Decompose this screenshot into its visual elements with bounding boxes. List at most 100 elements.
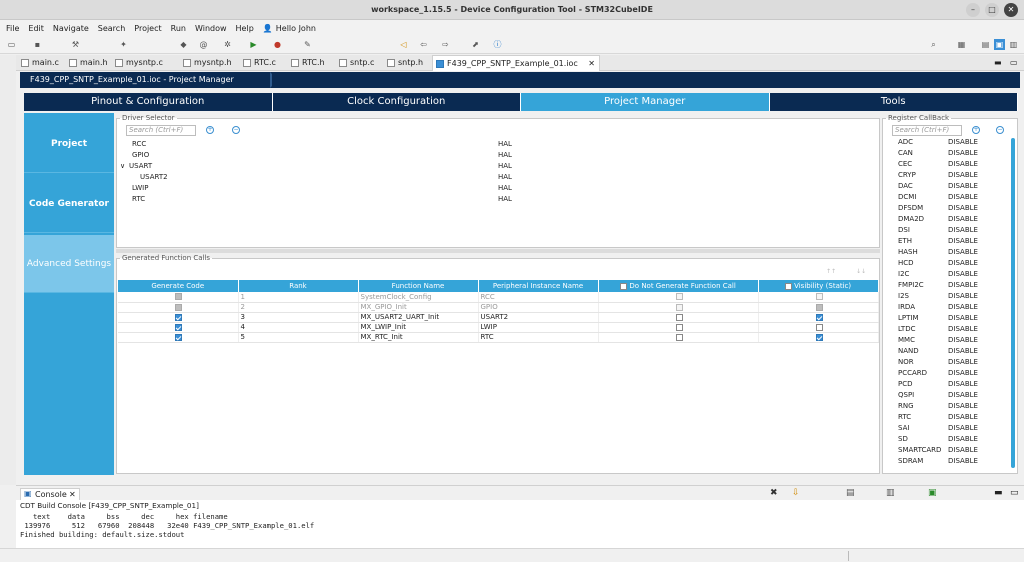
minimize-view-icon[interactable]: ▬ bbox=[994, 488, 1003, 498]
callback-value[interactable]: DISABLE bbox=[948, 435, 978, 443]
menu-search[interactable]: Search bbox=[98, 24, 125, 33]
tab-sntp-h[interactable]: sntp.h bbox=[384, 55, 423, 71]
cpp-perspective-icon[interactable]: ▤ bbox=[980, 39, 991, 50]
at-icon[interactable]: @ bbox=[198, 39, 209, 50]
menu-edit[interactable]: Edit bbox=[28, 24, 44, 33]
menu-file[interactable]: File bbox=[6, 24, 19, 33]
user-label[interactable]: Hello John bbox=[276, 24, 316, 33]
chevron-down-icon[interactable]: ∨ bbox=[120, 162, 125, 170]
minimize-view-icon[interactable]: ▬ bbox=[994, 58, 1002, 67]
maximize-view-icon[interactable]: ▭ bbox=[1010, 58, 1018, 67]
tab-clock-configuration[interactable]: Clock Configuration bbox=[272, 93, 521, 111]
tab-ioc-file[interactable]: F439_CPP_SNTP_Example_01.ioc ✕ bbox=[432, 55, 600, 71]
callback-value[interactable]: DISABLE bbox=[948, 149, 978, 157]
tab-project-manager[interactable]: Project Manager bbox=[521, 93, 770, 111]
callback-value[interactable]: DISABLE bbox=[948, 336, 978, 344]
generate-code-checkbox[interactable] bbox=[175, 313, 183, 321]
driver-value[interactable]: HAL bbox=[498, 195, 512, 203]
menu-window[interactable]: Window bbox=[195, 24, 227, 33]
driver-value[interactable]: HAL bbox=[498, 140, 512, 148]
callback-value[interactable]: DISABLE bbox=[948, 325, 978, 333]
maximize-icon[interactable]: □ bbox=[985, 3, 999, 17]
callback-value[interactable]: DISABLE bbox=[948, 424, 978, 432]
do-not-generate-checkbox[interactable] bbox=[675, 323, 683, 331]
panel-splitter[interactable] bbox=[116, 249, 880, 253]
prev-edit-icon[interactable]: ◁ bbox=[398, 39, 409, 50]
col-peripheral-instance[interactable]: Peripheral Instance Name bbox=[478, 280, 599, 292]
generate-code-checkbox[interactable] bbox=[175, 333, 183, 341]
driver-value[interactable]: HAL bbox=[498, 162, 512, 170]
visibility-checkbox[interactable] bbox=[815, 323, 823, 331]
callback-value[interactable]: DISABLE bbox=[948, 380, 978, 388]
info-icon[interactable]: ⓘ bbox=[492, 39, 503, 50]
col-function-name[interactable]: Function Name bbox=[358, 280, 479, 292]
back-icon[interactable]: ⇦ bbox=[418, 39, 429, 50]
callback-value[interactable]: DISABLE bbox=[948, 182, 978, 190]
close-icon[interactable]: ✕ bbox=[1004, 3, 1018, 17]
vertical-scrollbar[interactable] bbox=[1011, 138, 1015, 468]
collapse-all-icon[interactable]: − bbox=[996, 126, 1004, 134]
tab-pinout-configuration[interactable]: Pinout & Configuration bbox=[24, 93, 273, 111]
generate-code-checkbox[interactable] bbox=[175, 323, 183, 331]
menu-run[interactable]: Run bbox=[171, 24, 186, 33]
table-row[interactable]: 2 MX_GPIO_Init GPIO bbox=[118, 302, 879, 313]
tab-console[interactable]: ▣ Console ✕ bbox=[20, 488, 80, 500]
table-row[interactable]: 1 SystemClock_Config RCC bbox=[118, 292, 879, 303]
callback-value[interactable]: DISABLE bbox=[948, 391, 978, 399]
tab-tools[interactable]: Tools bbox=[769, 93, 1018, 111]
word-wrap-icon[interactable]: ▤ bbox=[846, 488, 855, 498]
callback-value[interactable]: DISABLE bbox=[948, 237, 978, 245]
callback-value[interactable]: DISABLE bbox=[948, 314, 978, 322]
device-icon[interactable]: ◆ bbox=[178, 39, 189, 50]
external-icon[interactable]: ⬈ bbox=[470, 39, 481, 50]
callback-value[interactable]: DISABLE bbox=[948, 358, 978, 366]
forward-icon[interactable]: ⇨ bbox=[440, 39, 451, 50]
menu-help[interactable]: Help bbox=[236, 24, 254, 33]
callback-value[interactable]: DISABLE bbox=[948, 281, 978, 289]
callback-value[interactable]: DISABLE bbox=[948, 204, 978, 212]
maximize-view-icon[interactable]: ▭ bbox=[1010, 488, 1019, 498]
callback-value[interactable]: DISABLE bbox=[948, 402, 978, 410]
callback-value[interactable]: DISABLE bbox=[948, 171, 978, 179]
move-down-icon[interactable]: ↓↓ bbox=[856, 268, 866, 275]
callback-value[interactable]: DISABLE bbox=[948, 160, 978, 168]
callback-value[interactable]: DISABLE bbox=[948, 259, 978, 267]
close-tab-icon[interactable]: ✕ bbox=[588, 56, 595, 72]
tab-mysntp-h[interactable]: mysntp.h bbox=[180, 55, 232, 71]
menu-project[interactable]: Project bbox=[134, 24, 161, 33]
tab-rtc-h[interactable]: RTC.h bbox=[288, 55, 325, 71]
header-checkbox[interactable] bbox=[620, 282, 628, 290]
callback-value[interactable]: DISABLE bbox=[948, 303, 978, 311]
side-project[interactable]: Project bbox=[24, 115, 114, 173]
callback-value[interactable]: DISABLE bbox=[948, 292, 978, 300]
callback-value[interactable]: DISABLE bbox=[948, 248, 978, 256]
tab-main-h[interactable]: main.h bbox=[66, 55, 108, 71]
driver-search-input[interactable]: Search (Ctrl+F) bbox=[126, 125, 196, 136]
callback-search-input[interactable]: Search (Ctrl+F) bbox=[892, 125, 962, 136]
callback-value[interactable]: DISABLE bbox=[948, 215, 978, 223]
do-not-generate-checkbox[interactable] bbox=[675, 333, 683, 341]
callback-value[interactable]: DISABLE bbox=[948, 270, 978, 278]
table-row[interactable]: 5 MX_RTC_Init RTC bbox=[118, 332, 879, 343]
expand-all-icon[interactable]: + bbox=[206, 126, 214, 134]
pencil-icon[interactable]: ✎ bbox=[302, 39, 313, 50]
driver-value[interactable]: HAL bbox=[498, 184, 512, 192]
build-icon[interactable]: ⚒ bbox=[70, 39, 81, 50]
scroll-lock-icon[interactable]: ⇩ bbox=[792, 488, 800, 498]
side-advanced-settings[interactable]: Advanced Settings bbox=[24, 235, 114, 293]
col-rank[interactable]: Rank bbox=[238, 280, 359, 292]
col-generate-code[interactable]: Generate Code bbox=[118, 280, 239, 292]
save-icon[interactable]: ▪ bbox=[32, 39, 43, 50]
table-row[interactable]: 3 MX_USART2_UART_Init USART2 bbox=[118, 312, 879, 323]
tab-mysntp-c[interactable]: mysntp.c bbox=[112, 55, 163, 71]
col-do-not-generate[interactable]: Do Not Generate Function Call bbox=[598, 280, 759, 292]
callback-value[interactable]: DISABLE bbox=[948, 226, 978, 234]
pin-console-icon[interactable]: ▥ bbox=[886, 488, 895, 498]
debug-perspective-icon[interactable]: ▥ bbox=[1008, 39, 1019, 50]
move-up-icon[interactable]: ↑↑ bbox=[826, 268, 836, 275]
tab-rtc-c[interactable]: RTC.c bbox=[240, 55, 276, 71]
visibility-checkbox[interactable] bbox=[815, 313, 823, 321]
breadcrumb-label[interactable]: F439_CPP_SNTP_Example_01.ioc - Project M… bbox=[30, 75, 234, 84]
table-row[interactable]: 4 MX_LWIP_Init LWIP bbox=[118, 322, 879, 333]
driver-value[interactable]: HAL bbox=[498, 173, 512, 181]
